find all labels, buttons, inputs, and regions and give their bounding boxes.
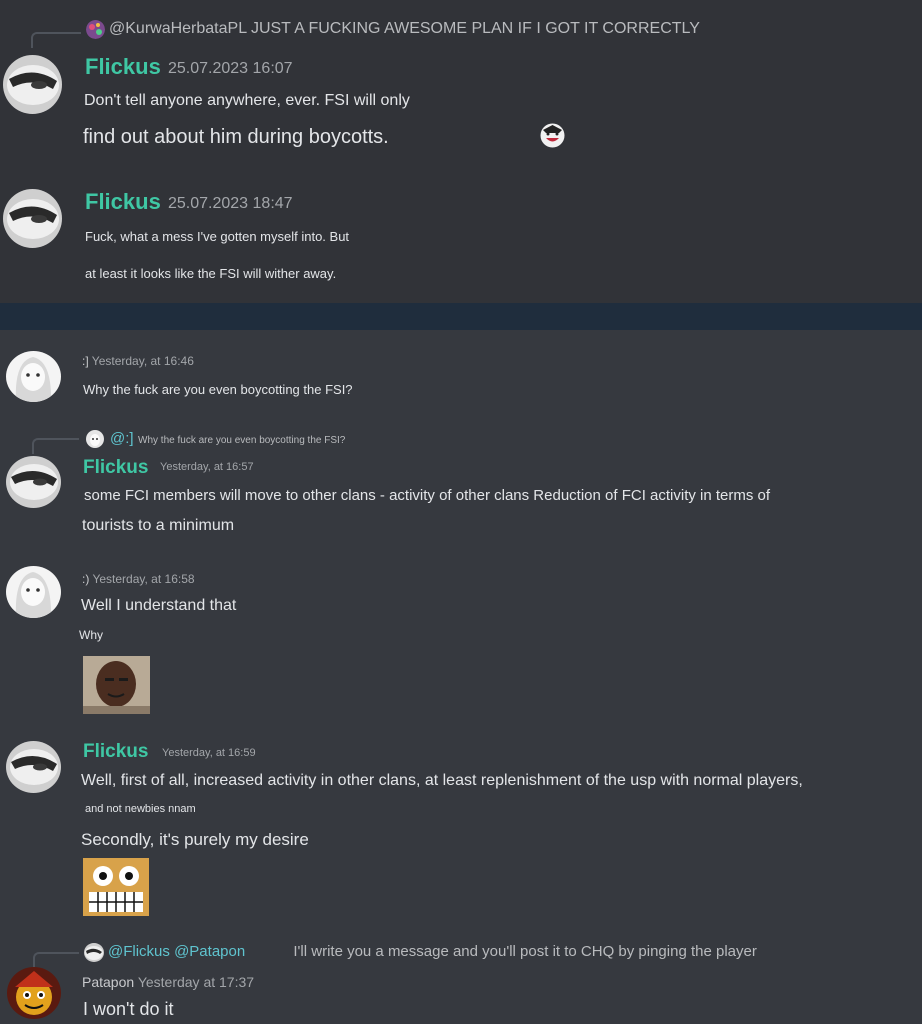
reply-text: JUST A FUCKING AWESOME PLAN IF I GOT IT … <box>250 20 700 37</box>
avatar[interactable] <box>7 967 61 1019</box>
message-text: I won't do it <box>83 999 174 1019</box>
username[interactable]: :) <box>82 572 89 586</box>
timestamp: Yesterday, at 16:59 <box>162 747 256 759</box>
avatar[interactable] <box>3 189 62 248</box>
reply-text: Why the fuck are you even boycotting the… <box>138 435 346 446</box>
divider-band <box>0 303 922 330</box>
reply-preview[interactable]: @Flickus @Patapon I'll write you a messa… <box>108 943 757 960</box>
timestamp: Yesterday, at 16:46 <box>91 354 194 368</box>
joker-emoji-icon <box>539 122 566 149</box>
reply-connector <box>31 32 81 48</box>
timestamp: Yesterday, at 16:57 <box>160 461 254 473</box>
username[interactable]: Flickus <box>85 54 161 80</box>
message-text: tourists to a minimum <box>82 517 235 534</box>
message-text: Why <box>79 628 103 642</box>
username[interactable]: Flickus <box>85 189 161 215</box>
reply-connector <box>33 952 79 968</box>
message-text: Don't tell anyone anywhere, ever. FSI wi… <box>84 92 410 109</box>
reply-mention[interactable]: @Flickus <box>108 943 170 960</box>
avatar[interactable] <box>6 566 61 618</box>
reply-preview[interactable]: @:] Why the fuck are you even boycotting… <box>110 430 345 448</box>
timestamp: Yesterday at 17:37 <box>137 974 255 990</box>
avatar[interactable] <box>6 741 61 793</box>
reply-mention[interactable]: @KurwaHerbataPL <box>109 20 247 37</box>
avatar[interactable] <box>6 456 61 508</box>
reply-avatar-icon[interactable] <box>86 20 105 39</box>
message-header: :) Yesterday, at 16:58 <box>82 572 195 586</box>
message-text: Well, first of all, increased activity i… <box>81 772 803 789</box>
timestamp: 25.07.2023 16:07 <box>168 60 293 77</box>
portrait-image[interactable] <box>83 656 150 714</box>
timestamp: 25.07.2023 18:47 <box>168 195 293 212</box>
message-text: and not newbies nnam <box>85 803 196 815</box>
username[interactable]: Flickus <box>83 457 148 479</box>
username[interactable]: :] <box>82 354 89 368</box>
reply-mention[interactable]: @:] <box>110 430 134 447</box>
message-text: Fuck, what a mess I've gotten myself int… <box>85 229 350 244</box>
message-text: Secondly, it's purely my desire <box>81 830 309 849</box>
message-header: Patapon Yesterday at 17:37 <box>82 974 254 990</box>
reply-avatar-icon[interactable] <box>84 943 104 962</box>
username[interactable]: Patapon <box>82 974 134 990</box>
message-header: :] Yesterday, at 16:46 <box>82 354 194 368</box>
message-text: Well I understand that <box>81 597 237 614</box>
top-message-area <box>0 0 922 303</box>
message-text: Why the fuck are you even boycotting the… <box>83 382 353 397</box>
username[interactable]: Flickus <box>83 741 148 763</box>
reply-avatar-icon[interactable] <box>86 430 104 448</box>
reply-connector <box>32 438 79 454</box>
message-text: at least it looks like the FSI will with… <box>85 266 337 281</box>
reply-mention[interactable]: @Patapon <box>174 943 245 960</box>
message-text: some FCI members will move to other clan… <box>84 487 771 504</box>
sticker-image[interactable] <box>83 858 149 916</box>
avatar[interactable] <box>6 351 61 402</box>
message-text: find out about him during boycotts. <box>83 126 389 148</box>
timestamp: Yesterday, at 16:58 <box>92 572 195 586</box>
reply-preview[interactable]: @KurwaHerbataPL JUST A FUCKING AWESOME P… <box>109 20 700 38</box>
avatar[interactable] <box>3 55 62 114</box>
reply-text: I'll write you a message and you'll post… <box>293 943 757 960</box>
